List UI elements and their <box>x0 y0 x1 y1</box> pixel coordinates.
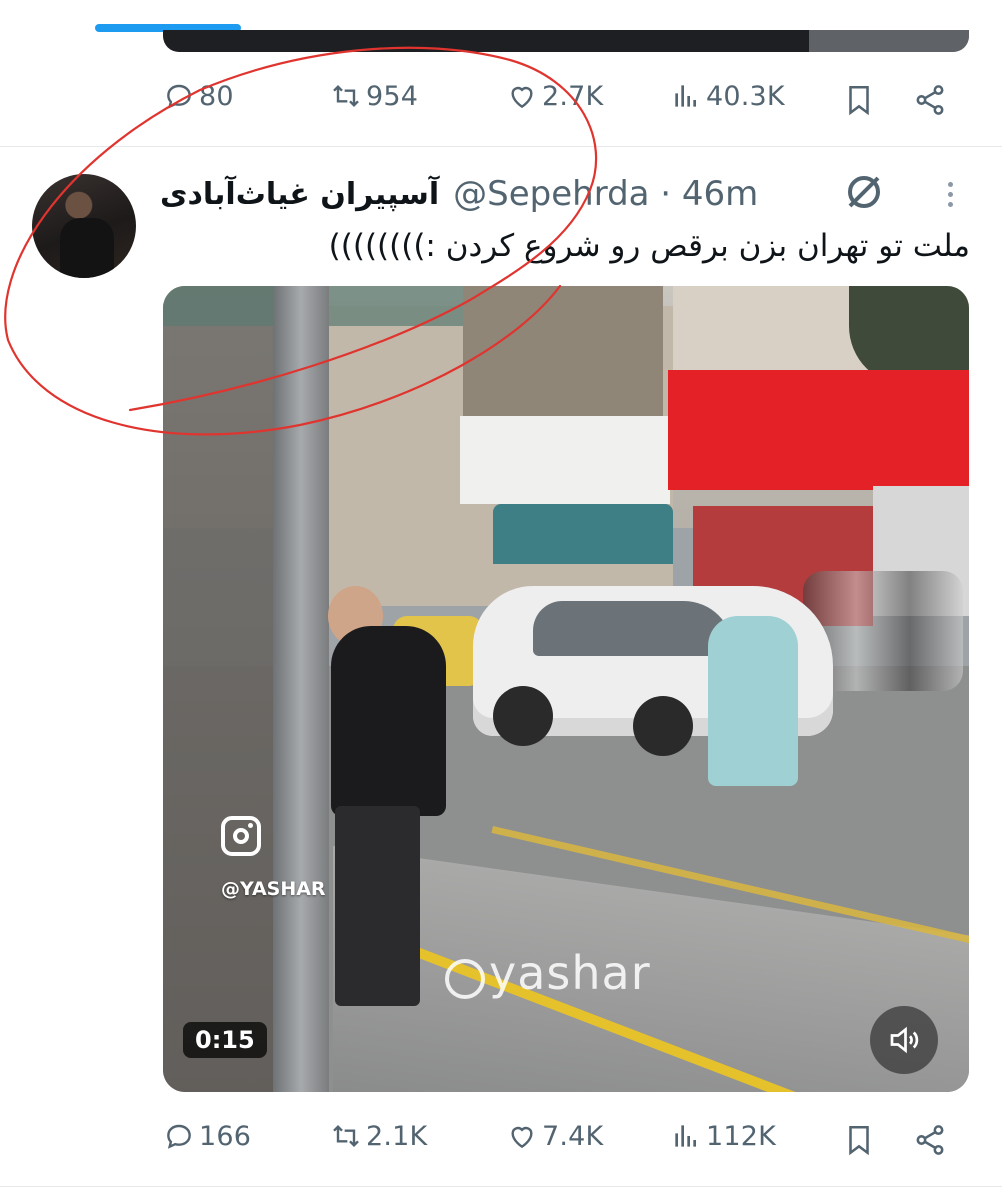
tweet-text: ملت تو تهران بزن برقص رو شروع کردن :))))… <box>328 228 970 264</box>
views-icon <box>675 1125 696 1147</box>
tweet-divider <box>0 146 1002 147</box>
video-car-window <box>533 601 733 656</box>
like-count: 7.4K <box>542 1120 604 1152</box>
volume-icon <box>890 1026 919 1054</box>
views-button[interactable]: 40.3K <box>670 80 785 112</box>
grok-button[interactable] <box>840 168 888 216</box>
tweet-divider <box>0 1186 1002 1187</box>
video-shop-sign <box>460 416 670 504</box>
retweet-button[interactable]: 2.1K <box>330 1120 427 1152</box>
like-icon <box>511 86 533 109</box>
video-duration: 0:15 <box>183 1022 267 1058</box>
handle-and-time[interactable]: @Sepehrda · 46m <box>453 174 758 214</box>
retweet-count: 2.1K <box>366 1120 428 1152</box>
avatar[interactable] <box>32 174 136 278</box>
reply-count: 80 <box>199 80 234 112</box>
video-woman <box>331 626 446 816</box>
share-icon <box>916 1125 944 1155</box>
bookmark-button[interactable] <box>842 83 876 121</box>
reply-button[interactable]: 80 <box>163 80 234 112</box>
video-woman <box>335 806 420 1006</box>
instagram-icon <box>221 816 261 856</box>
more-icon[interactable] <box>934 172 966 216</box>
video-watermark: yashar <box>489 946 651 1000</box>
views-icon <box>675 85 696 107</box>
display-name[interactable]: آسپیران غیاث‌آبادی <box>160 177 439 212</box>
tweet-header: آسپیران غیاث‌آبادی @Sepehrda · 46m <box>160 170 822 218</box>
video-pole <box>273 286 329 1092</box>
share-button[interactable] <box>913 83 947 121</box>
reply-count: 166 <box>199 1120 252 1152</box>
like-button[interactable]: 2.7K <box>506 80 603 112</box>
reply-button[interactable]: 166 <box>163 1120 251 1152</box>
retweet-count: 954 <box>366 80 419 112</box>
video-bus-stop-glass <box>163 286 275 1092</box>
like-button[interactable]: 7.4K <box>506 1120 603 1152</box>
bookmark-icon <box>849 1125 869 1156</box>
share-button[interactable] <box>913 1123 947 1161</box>
retweet-button[interactable]: 954 <box>330 80 418 112</box>
views-count: 40.3K <box>706 80 785 112</box>
tweet-video[interactable]: @YASHAR yashar 0:15 <box>163 286 969 1092</box>
video-shop-sign <box>668 370 969 490</box>
views-button[interactable]: 112K <box>670 1120 776 1152</box>
instagram-handle: @YASHAR <box>221 878 326 900</box>
retweet-icon <box>333 84 359 108</box>
reply-icon <box>167 1124 191 1149</box>
video-car-wheel <box>493 686 553 746</box>
threads-icon <box>445 959 485 999</box>
video-pedestrian <box>708 616 798 786</box>
share-icon <box>916 85 944 115</box>
video-car-wheel <box>633 696 693 756</box>
bookmark-button[interactable] <box>842 1123 876 1161</box>
bookmark-icon <box>849 85 869 116</box>
views-count: 112K <box>706 1120 777 1152</box>
reply-icon <box>167 84 191 109</box>
like-count: 2.7K <box>542 80 604 112</box>
like-icon <box>511 1126 533 1149</box>
mute-toggle-button[interactable] <box>870 1006 938 1074</box>
video-awning <box>493 504 673 564</box>
previous-tweet-media[interactable] <box>163 30 969 52</box>
retweet-icon <box>333 1124 359 1148</box>
grok-icon <box>848 176 880 208</box>
